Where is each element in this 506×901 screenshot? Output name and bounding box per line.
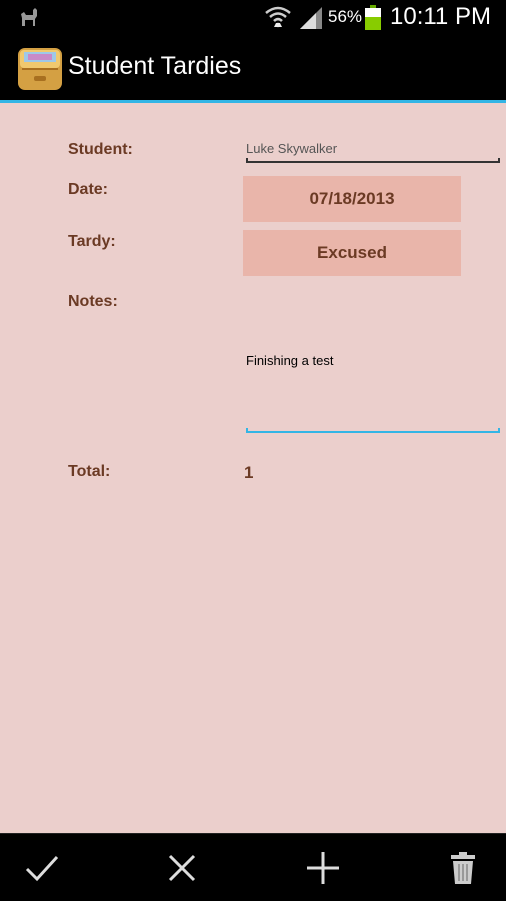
student-label: Student: <box>68 141 133 158</box>
date-button[interactable]: 07/18/2013 <box>243 176 461 222</box>
action-bar: Student Tardies <box>0 34 506 103</box>
total-label: Total: <box>68 463 111 480</box>
android-notification-icon <box>21 8 37 26</box>
status-bar: 56% 10:11 PM <box>0 0 506 34</box>
close-icon <box>168 854 196 882</box>
add-button[interactable] <box>303 848 343 888</box>
signal-icon <box>300 7 322 29</box>
delete-icon <box>451 852 475 884</box>
notes-label: Notes: <box>68 293 118 310</box>
page-title: Student Tardies <box>68 52 242 80</box>
student-input-value: Luke Skywalker <box>246 141 338 156</box>
check-icon <box>25 855 59 882</box>
tardy-value: Excused <box>317 243 387 262</box>
battery-percent: 56% <box>328 7 363 26</box>
form-container: Student: Luke Skywalker Date: 07/18/2013… <box>0 103 506 833</box>
tardy-label: Tardy: <box>68 233 116 250</box>
student-input[interactable]: Luke Skywalker <box>246 141 500 163</box>
save-button[interactable] <box>22 848 62 888</box>
date-value: 07/18/2013 <box>309 189 395 208</box>
cancel-button[interactable] <box>162 848 202 888</box>
app-logo-icon[interactable] <box>16 46 64 92</box>
notes-input[interactable]: Finishing a test <box>246 353 500 433</box>
notes-input-value: Finishing a test <box>246 353 334 368</box>
wifi-icon <box>265 6 291 28</box>
bottom-action-bar <box>0 833 506 901</box>
date-label: Date: <box>68 181 109 198</box>
total-value: 1 <box>244 463 254 482</box>
battery-icon <box>365 5 381 30</box>
tardy-button[interactable]: Excused <box>243 230 461 276</box>
clock: 10:11 PM <box>390 3 491 30</box>
add-icon <box>307 852 339 884</box>
delete-button[interactable] <box>443 848 483 888</box>
